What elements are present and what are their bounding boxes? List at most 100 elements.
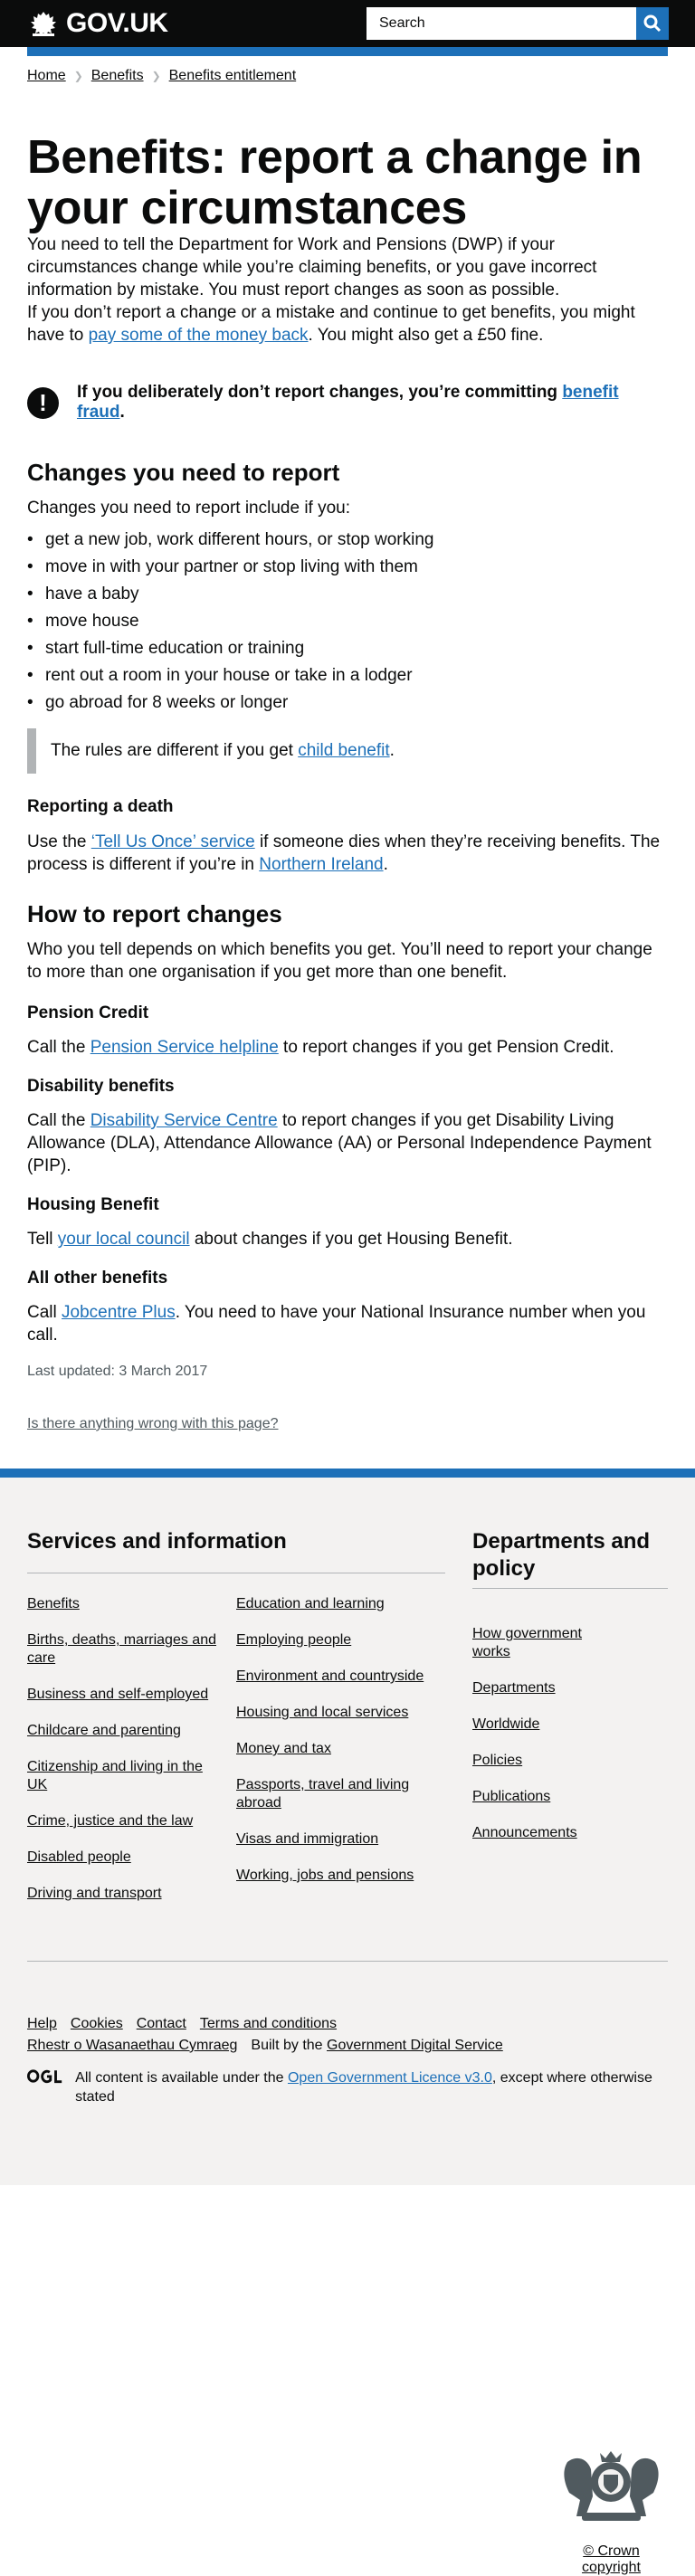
footer-link[interactable]: Business and self-employed xyxy=(27,1686,217,1704)
pay-money-back-link[interactable]: pay some of the money back xyxy=(89,326,309,345)
disability-benefits-heading: Disability benefits xyxy=(27,1077,175,1096)
pension-credit-heading: Pension Credit xyxy=(27,1003,149,1022)
disability-service-link[interactable]: Disability Service Centre xyxy=(90,1111,278,1130)
chevron-right-icon: ❯ xyxy=(151,70,161,82)
footer-link[interactable]: Money and tax xyxy=(236,1740,426,1758)
welsh-services-link[interactable]: Rhestr o Wasanaethau Cymraeg xyxy=(27,2038,237,2054)
site-footer: Services and information Benefits Births… xyxy=(0,1469,695,2575)
services-links: Benefits Births, deaths, marriages and c… xyxy=(27,1595,445,1921)
list-item: start full-time education or training xyxy=(27,637,668,660)
search-button[interactable] xyxy=(636,7,669,40)
header-blue-bar xyxy=(27,47,668,56)
breadcrumb-benefits[interactable]: Benefits xyxy=(91,68,144,84)
warning-text: If you deliberately don’t report changes… xyxy=(77,383,619,422)
departments-heading: Departments and policy xyxy=(472,1529,651,1581)
list-item: move in with your partner or stop living… xyxy=(27,556,668,578)
page-title: Benefits: report a change in your circum… xyxy=(27,131,643,234)
footer-link[interactable]: Worldwide xyxy=(472,1716,599,1734)
report-problem-link[interactable]: Is there anything wrong with this page? xyxy=(27,1416,668,1432)
list-item: rent out a room in your house or take in… xyxy=(27,664,668,687)
footer-link[interactable]: Childcare and parenting xyxy=(27,1722,217,1740)
footer-link[interactable]: Working, jobs and pensions xyxy=(236,1867,426,1885)
inset-text: The rules are different if you get child… xyxy=(27,728,668,774)
changes-list: get a new job, work different hours, or … xyxy=(27,528,668,714)
logo-text: GOV.UK xyxy=(66,8,168,38)
housing-benefit-heading: Housing Benefit xyxy=(27,1195,159,1214)
gds-link[interactable]: Government Digital Service xyxy=(327,2038,503,2053)
footer-link[interactable]: Visas and immigration xyxy=(236,1830,426,1849)
footer-link[interactable]: Environment and countryside xyxy=(236,1668,426,1686)
warning-callout: ! If you deliberately don’t report chang… xyxy=(27,383,668,423)
footer-link[interactable]: Passports, travel and living abroad xyxy=(236,1776,426,1812)
services-column-1: Benefits Births, deaths, marriages and c… xyxy=(27,1595,236,1921)
footer-link[interactable]: Policies xyxy=(472,1752,599,1770)
footer-link[interactable]: Publications xyxy=(472,1788,599,1806)
jobcentre-plus-link[interactable]: Jobcentre Plus xyxy=(62,1303,176,1322)
pension-credit-paragraph: Call the Pension Service helpline to rep… xyxy=(27,1038,614,1057)
ogl-licence-link[interactable]: Open Government Licence v3.0 xyxy=(288,2070,492,2086)
other-benefits-heading: All other benefits xyxy=(27,1269,168,1288)
list-item: get a new job, work different hours, or … xyxy=(27,528,668,551)
departments-links: How government works Departments Worldwi… xyxy=(472,1625,668,1842)
other-benefits-paragraph: Call Jobcentre Plus. You need to have yo… xyxy=(27,1303,646,1345)
breadcrumb-home[interactable]: Home xyxy=(27,68,66,84)
footer-meta-links: Help Cookies Contact Terms and condition… xyxy=(27,2016,668,2032)
royal-coat-of-arms-icon xyxy=(564,2451,659,2521)
crown-copyright-link[interactable]: © Crown copyright xyxy=(555,2543,668,2576)
breadcrumb: Home ❯ Benefits ❯ Benefits entitlement xyxy=(27,68,668,84)
footer-link[interactable]: Citizenship and living in the UK xyxy=(27,1758,217,1794)
footer-navigation: Services and information Benefits Births… xyxy=(27,1528,668,1921)
contact-link[interactable]: Contact xyxy=(137,2016,186,2032)
services-section: Services and information Benefits Births… xyxy=(27,1528,445,1921)
footer-link[interactable]: Education and learning xyxy=(236,1595,426,1613)
last-updated: Last updated: 3 March 2017 xyxy=(27,1364,208,1379)
footer-link[interactable]: Births, deaths, marriages and care xyxy=(27,1631,217,1668)
royal-crest: © Crown copyright xyxy=(555,2435,668,2576)
built-by-text: Built by the Government Digital Service xyxy=(251,2038,503,2053)
search-icon xyxy=(643,14,662,33)
footer-link[interactable]: Crime, justice and the law xyxy=(27,1812,217,1830)
breadcrumb-benefits-entitlement[interactable]: Benefits entitlement xyxy=(169,68,297,84)
local-council-link[interactable]: your local council xyxy=(58,1230,190,1249)
how-to-report-heading: How to report changes xyxy=(27,900,282,927)
list-item: move house xyxy=(27,610,668,632)
search-form xyxy=(367,7,669,40)
footer-link[interactable]: Employing people xyxy=(236,1631,426,1649)
changes-heading: Changes you need to report xyxy=(27,459,340,486)
divider xyxy=(27,1961,668,1962)
footer-meta-row-2: Rhestr o Wasanaethau Cymraeg Built by th… xyxy=(27,2038,668,2054)
footer-link[interactable]: Benefits xyxy=(27,1595,217,1613)
list-item: have a baby xyxy=(27,583,668,605)
terms-link[interactable]: Terms and conditions xyxy=(200,2016,337,2032)
list-item: go abroad for 8 weeks or longer xyxy=(27,691,668,714)
intro-paragraph: You need to tell the Department for Work… xyxy=(27,235,597,299)
footer-link[interactable]: Driving and transport xyxy=(27,1885,217,1903)
footer-link[interactable]: Departments xyxy=(472,1679,599,1697)
govuk-logo-link[interactable]: GOV.UK xyxy=(27,10,168,37)
divider xyxy=(472,1588,668,1589)
reporting-death-heading: Reporting a death xyxy=(27,797,174,816)
warning-icon: ! xyxy=(27,386,59,419)
disability-benefits-paragraph: Call the Disability Service Centre to re… xyxy=(27,1111,652,1175)
how-to-report-lead: Who you tell depends on which benefits y… xyxy=(27,940,652,982)
crown-icon xyxy=(31,12,56,36)
chevron-right-icon: ❯ xyxy=(73,70,83,82)
changes-lead: Changes you need to report include if yo… xyxy=(27,499,351,518)
footer-link[interactable]: Announcements xyxy=(472,1824,599,1842)
licence-text: All content is available under the Open … xyxy=(75,2070,652,2105)
tell-us-once-link[interactable]: ‘Tell Us Once’ service xyxy=(91,832,255,851)
intro-paragraph-2: If you don’t report a change or a mistak… xyxy=(27,303,635,345)
search-input[interactable] xyxy=(367,7,636,40)
licence-row: All content is available under the Open … xyxy=(27,2068,668,2106)
help-link[interactable]: Help xyxy=(27,2016,57,2032)
child-benefit-link[interactable]: child benefit xyxy=(298,741,389,760)
services-heading: Services and information xyxy=(27,1529,287,1554)
footer-link[interactable]: Housing and local services xyxy=(236,1704,426,1722)
northern-ireland-link[interactable]: Northern Ireland xyxy=(259,855,383,874)
footer-link[interactable]: Disabled people xyxy=(27,1849,217,1867)
departments-section: Departments and policy How government wo… xyxy=(472,1528,668,1921)
site-header: GOV.UK xyxy=(0,0,695,47)
footer-link[interactable]: How government works xyxy=(472,1625,599,1661)
pension-service-link[interactable]: Pension Service helpline xyxy=(90,1038,279,1057)
cookies-link[interactable]: Cookies xyxy=(71,2016,123,2032)
